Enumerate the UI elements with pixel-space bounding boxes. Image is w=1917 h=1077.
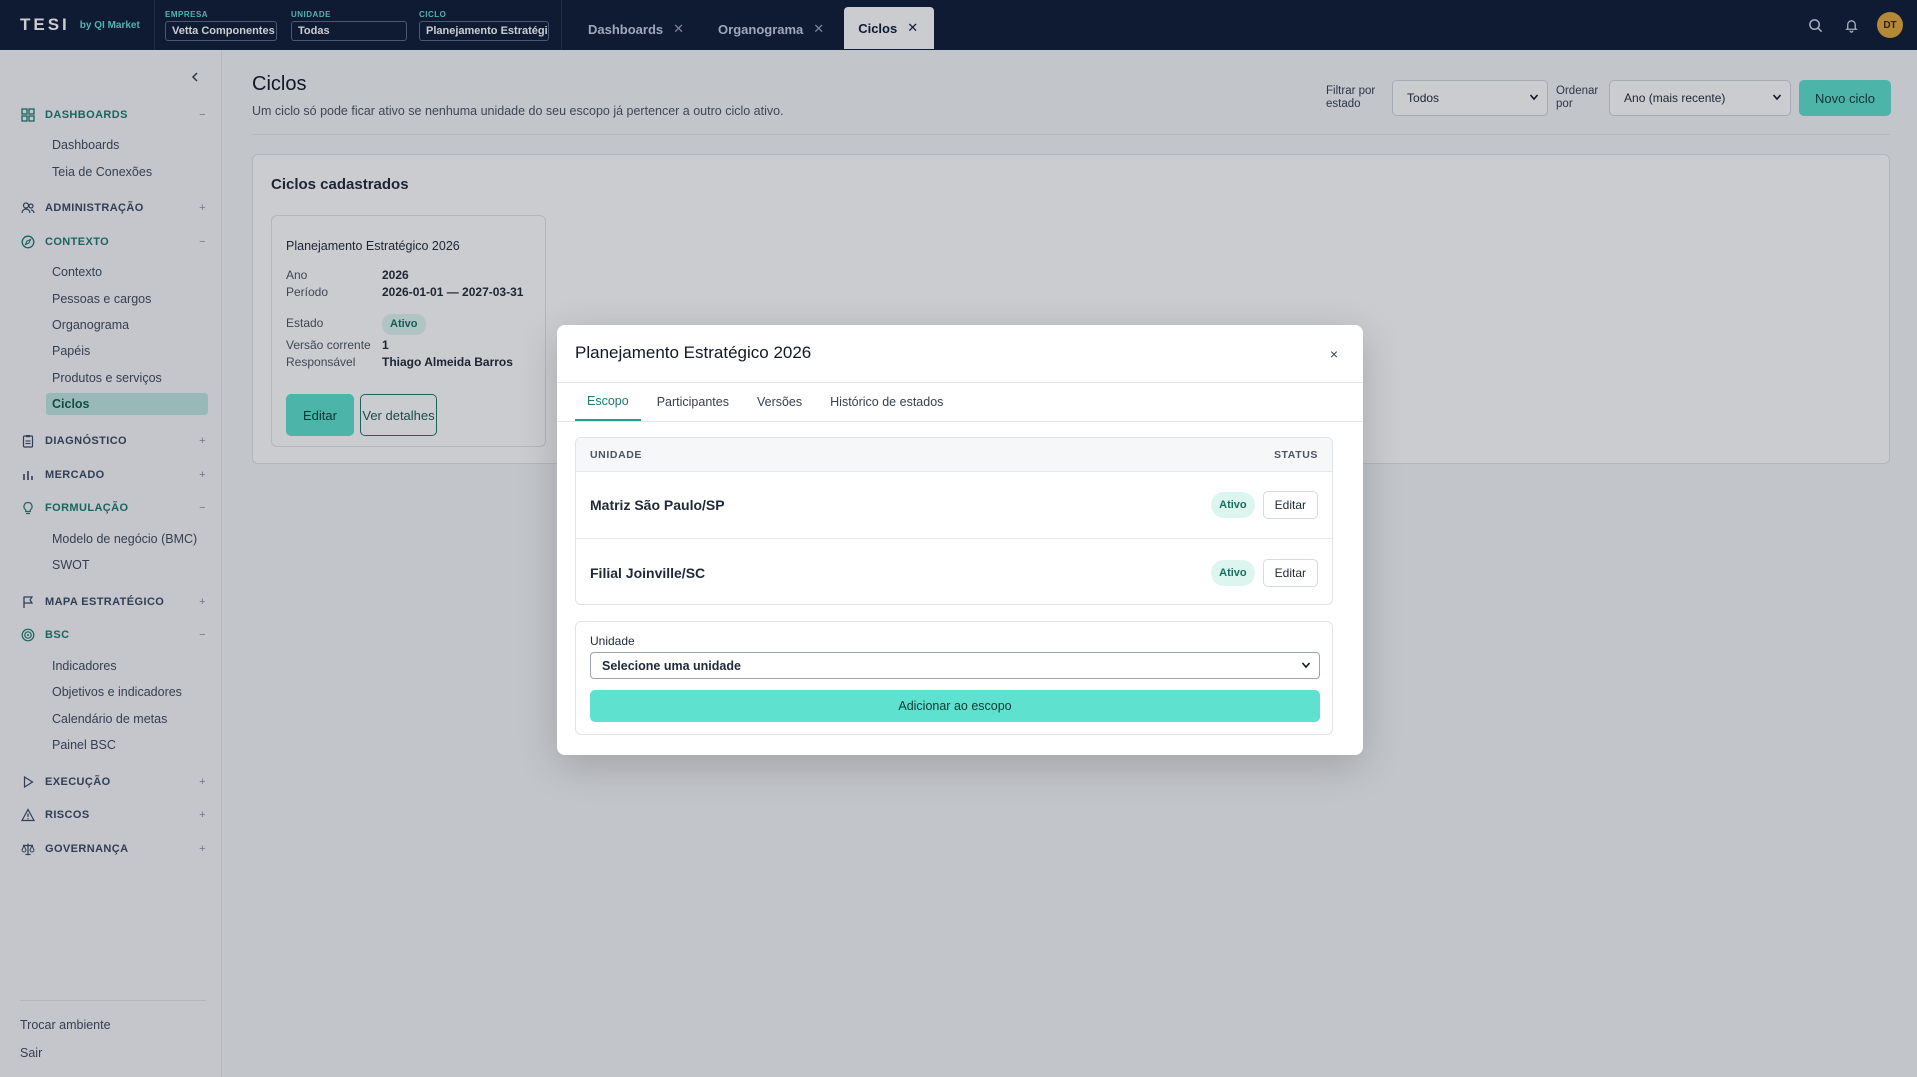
close-icon[interactable]: × (1327, 347, 1341, 361)
unit-select-value: Selecione uma unidade (602, 658, 741, 673)
unit-select[interactable]: Selecione uma unidade (590, 652, 1320, 679)
tabs-divider (557, 421, 1363, 422)
table-row: Matriz São Paulo/SP Ativo Editar (576, 472, 1332, 539)
column-header-unit: UNIDADE (590, 448, 643, 461)
table-header: UNIDADE STATUS (576, 438, 1332, 472)
add-unit-form: Unidade Selecione uma unidade Adicionar … (575, 621, 1333, 735)
table-row: Filial Joinville/SC Ativo Editar (576, 539, 1332, 604)
modal-tabs: Escopo Participantes Versões Histórico d… (575, 383, 959, 421)
status-badge: Ativo (1211, 492, 1255, 518)
scope-table: UNIDADE STATUS Matriz São Paulo/SP Ativo… (575, 437, 1333, 605)
tab-participantes[interactable]: Participantes (645, 383, 741, 421)
add-to-scope-button[interactable]: Adicionar ao escopo (590, 690, 1320, 722)
chevron-down-icon (1301, 659, 1311, 673)
unit-field-label: Unidade (590, 634, 635, 648)
column-header-status: STATUS (1273, 448, 1318, 461)
unit-name: Matriz São Paulo/SP (590, 497, 725, 513)
status-badge: Ativo (1211, 559, 1255, 586)
edit-unit-button[interactable]: Editar (1262, 491, 1318, 519)
tab-escopo[interactable]: Escopo (575, 383, 641, 421)
modal-title: Planejamento Estratégico 2026 (575, 343, 812, 362)
tab-historico-de-estados[interactable]: Histórico de estados (818, 383, 955, 421)
cycle-modal: Planejamento Estratégico 2026 × Escopo P… (557, 325, 1363, 755)
tab-versoes[interactable]: Versões (745, 383, 814, 421)
unit-name: Filial Joinville/SC (590, 564, 706, 581)
edit-unit-button[interactable]: Editar (1262, 558, 1318, 587)
